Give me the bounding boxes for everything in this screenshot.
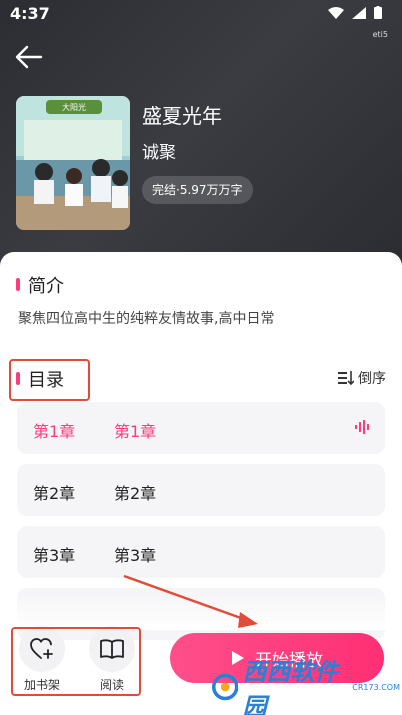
sort-button[interactable]: 倒序	[338, 368, 386, 388]
sort-icon	[338, 371, 354, 385]
intro-heading: 简介	[28, 276, 64, 297]
watermark-logo-icon	[212, 673, 239, 701]
chapter-item-2[interactable]: 第2章 第2章	[17, 464, 385, 516]
watermark-sub: CR173.COM	[352, 682, 400, 692]
back-button[interactable]	[14, 42, 48, 72]
chapter-number: 第3章	[33, 546, 76, 565]
watermark-text: 西西软件园	[242, 658, 339, 715]
signal-icon	[352, 6, 366, 19]
book-title: 盛夏光年	[142, 104, 222, 128]
back-arrow-icon	[15, 45, 43, 69]
actions-annotation-box	[11, 627, 141, 696]
status-badge: 完结·5.97万万字	[142, 176, 253, 204]
bottom-fade	[0, 590, 402, 630]
chapter-name: 第3章	[114, 546, 157, 565]
chapter-name: 第1章	[114, 422, 157, 441]
chapter-number: 第1章	[33, 422, 76, 441]
book-cover: 大阳光	[16, 96, 130, 230]
chapter-item-3[interactable]: 第3章 第3章	[17, 526, 385, 578]
chapter-name: 第2章	[114, 484, 157, 503]
battery-icon	[374, 6, 382, 19]
sort-label: 倒序	[358, 371, 386, 387]
carrier-label: eti5	[372, 30, 388, 39]
cover-sign-text: 大阳光	[62, 102, 86, 112]
chapter-item-1[interactable]: 第1章 第1章	[17, 402, 385, 454]
site-watermark: 西西软件园 CR173.COM	[212, 658, 400, 715]
intro-accent-bar	[16, 278, 20, 291]
toc-annotation-box	[9, 359, 90, 401]
status-bar: 4:37	[0, 0, 402, 28]
playing-wave-icon	[355, 420, 369, 434]
book-author[interactable]: 诚聚	[142, 138, 176, 163]
intro-text: 聚焦四位高中生的纯粹友情故事,高中日常	[18, 311, 275, 327]
system-icons	[328, 6, 382, 19]
status-time: 4:37	[10, 4, 50, 23]
chapter-number: 第2章	[33, 484, 76, 503]
wifi-icon	[328, 6, 344, 19]
